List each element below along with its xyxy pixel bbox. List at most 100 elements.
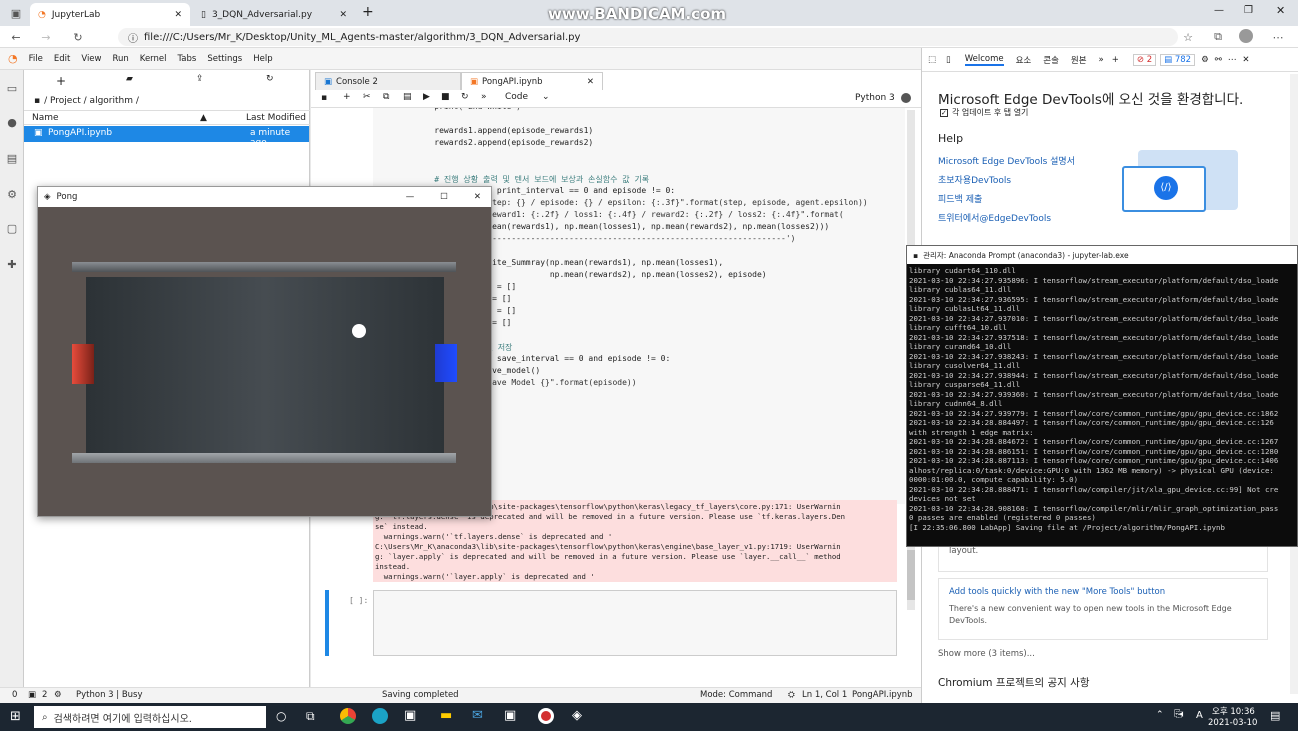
refresh-icon[interactable]: ↻: [266, 74, 274, 84]
stop-icon[interactable]: ■: [441, 92, 450, 102]
tabs-icon[interactable]: ▢: [4, 220, 20, 236]
cortana-icon[interactable]: ○: [276, 709, 286, 723]
link-feedback[interactable]: 피드백 제출: [938, 192, 982, 205]
file-explorer-icon[interactable]: ▬: [440, 708, 452, 723]
file-row[interactable]: ▣ PongAPI.ipynb a minute ago: [24, 126, 309, 148]
extension-icon[interactable]: ✚: [4, 256, 20, 272]
column-last-modified[interactable]: Last Modified: [246, 113, 306, 123]
run-icon[interactable]: ▶: [423, 92, 430, 102]
device-icon[interactable]: ▯: [946, 55, 951, 65]
more-icon[interactable]: ⋯: [1270, 29, 1286, 45]
empty-code-cell[interactable]: [373, 590, 897, 656]
back-icon[interactable]: ←: [8, 29, 24, 45]
close-window-icon[interactable]: ✕: [1276, 4, 1285, 17]
close-icon[interactable]: ✕: [587, 77, 594, 87]
link-twitter[interactable]: 트위터에서@EdgeDevTools: [938, 211, 1051, 224]
pong-titlebar[interactable]: ◈ Pong — ☐ ✕: [38, 187, 491, 207]
menu-help[interactable]: Help: [253, 54, 272, 64]
bandicam-icon[interactable]: [538, 708, 554, 724]
copy-icon[interactable]: ⧉: [383, 92, 389, 102]
prompt-titlebar[interactable]: ▪ 관리자: Anaconda Prompt (anaconda3) - jup…: [907, 246, 1297, 264]
running-icon[interactable]: ●: [4, 114, 20, 130]
menu-file[interactable]: File: [29, 54, 43, 64]
tab-notebook[interactable]: ▣ PongAPI.ipynb ✕: [461, 72, 603, 90]
new-tab-icon[interactable]: +: [362, 4, 374, 20]
folder-icon[interactable]: ▭: [4, 80, 20, 96]
new-launcher-icon[interactable]: +: [56, 74, 66, 88]
sort-icon[interactable]: ▲: [200, 113, 207, 123]
tab-console[interactable]: ▣ Console 2: [315, 72, 461, 90]
link-beginner[interactable]: 초보자용DevTools: [938, 173, 1011, 186]
store-icon[interactable]: ▣: [404, 708, 416, 723]
forward-icon[interactable]: →: [38, 29, 54, 45]
upload-icon[interactable]: ⇪: [196, 74, 204, 84]
volume-icon[interactable]: 🔈︎: [1180, 709, 1186, 720]
commands-icon[interactable]: ▤: [4, 150, 20, 166]
tab-elements[interactable]: 요소: [1016, 54, 1032, 66]
add-tool-icon[interactable]: +: [1112, 55, 1119, 65]
restart-icon[interactable]: ↻: [461, 92, 469, 102]
inspect-icon[interactable]: ⬚: [928, 55, 936, 65]
celltype-select[interactable]: Code ⌄: [505, 92, 550, 102]
save-icon[interactable]: ▪: [321, 93, 327, 103]
message-count[interactable]: ▤ 782: [1160, 53, 1196, 66]
menu-run[interactable]: Run: [112, 54, 128, 64]
news-card-title[interactable]: Add tools quickly with the new "More Too…: [949, 587, 1257, 597]
close-icon[interactable]: ✕: [339, 10, 347, 20]
gear-icon[interactable]: ⚙: [4, 186, 20, 202]
collections-icon[interactable]: ⧉: [1210, 29, 1226, 45]
edge-icon[interactable]: [372, 708, 388, 724]
taskbar-search[interactable]: ⌕ 검색하려면 여기에 입력하십시오.: [34, 706, 266, 728]
menu-tabs[interactable]: Tabs: [178, 54, 197, 64]
chevron-up-icon[interactable]: ⌃: [1156, 710, 1164, 720]
menu-edit[interactable]: Edit: [54, 54, 70, 64]
minimize-icon[interactable]: —: [1214, 5, 1224, 16]
more-icon[interactable]: ⋯: [1228, 55, 1237, 65]
close-icon[interactable]: ✕: [1242, 55, 1249, 65]
unity-icon[interactable]: ◈: [572, 708, 582, 723]
browser-tab-jupyterlab[interactable]: ◔ JupyterLab ✕: [30, 3, 190, 26]
mode-status[interactable]: Mode: Command: [700, 690, 772, 700]
minimize-icon[interactable]: —: [406, 192, 415, 202]
chrome-icon[interactable]: [340, 708, 356, 724]
favorites-icon[interactable]: ☆: [1180, 29, 1196, 45]
fast-forward-icon[interactable]: »: [481, 92, 487, 102]
kernel-status[interactable]: Python 3 | Busy: [76, 690, 143, 700]
column-name[interactable]: Name: [32, 113, 59, 123]
terminal-app-icon[interactable]: ▣: [504, 708, 516, 723]
more-tabs-icon[interactable]: »: [1099, 55, 1104, 65]
close-icon[interactable]: ✕: [474, 192, 481, 202]
close-icon[interactable]: ✕: [174, 10, 182, 20]
show-more-link[interactable]: Show more (3 items)...: [938, 649, 1035, 659]
browser-tab-py[interactable]: ▯ 3_DQN_Adversarial.py ✕: [193, 3, 355, 26]
windows-start-icon[interactable]: ⊞: [10, 709, 21, 724]
clock-time[interactable]: 오후 10:36: [1212, 705, 1255, 717]
error-count[interactable]: ⊘ 2: [1132, 53, 1157, 66]
game-viewport[interactable]: [38, 207, 491, 516]
tab-sources[interactable]: 원본: [1071, 54, 1087, 66]
notification-icon[interactable]: ▤: [1270, 709, 1280, 722]
link-docs[interactable]: Microsoft Edge DevTools 설명서: [938, 154, 1075, 167]
tab-console[interactable]: 콘솔: [1043, 54, 1059, 66]
gear-icon[interactable]: ⚙: [1201, 55, 1209, 65]
menu-settings[interactable]: Settings: [207, 54, 242, 64]
kernel-name[interactable]: Python 3: [855, 93, 895, 103]
cursor-position[interactable]: Ln 1, Col 1: [802, 690, 847, 700]
tab-welcome[interactable]: Welcome: [964, 54, 1004, 66]
share-icon[interactable]: ⚯: [1215, 55, 1222, 65]
input-language[interactable]: A: [1196, 710, 1203, 721]
menu-view[interactable]: View: [81, 54, 101, 64]
news-card[interactable]: Add tools quickly with the new "More Too…: [938, 578, 1268, 640]
refresh-icon[interactable]: ↻: [70, 29, 86, 45]
clock-date[interactable]: 2021-03-10: [1208, 718, 1257, 728]
paste-icon[interactable]: ▤: [403, 92, 412, 102]
cut-icon[interactable]: ✂: [363, 92, 371, 102]
address-bar[interactable]: ⓘ file:///C:/Users/Mr_K/Desktop/Unity_ML…: [118, 28, 1178, 46]
new-folder-icon[interactable]: ▰: [126, 74, 133, 84]
maximize-icon[interactable]: ☐: [440, 192, 448, 202]
avatar[interactable]: [1239, 29, 1253, 43]
maximize-icon[interactable]: ❐: [1244, 5, 1253, 16]
window-menu-icon[interactable]: ▣: [8, 5, 24, 21]
breadcrumb[interactable]: ▪ / Project / algorithm /: [34, 96, 139, 106]
task-view-icon[interactable]: ⧉: [306, 709, 315, 724]
